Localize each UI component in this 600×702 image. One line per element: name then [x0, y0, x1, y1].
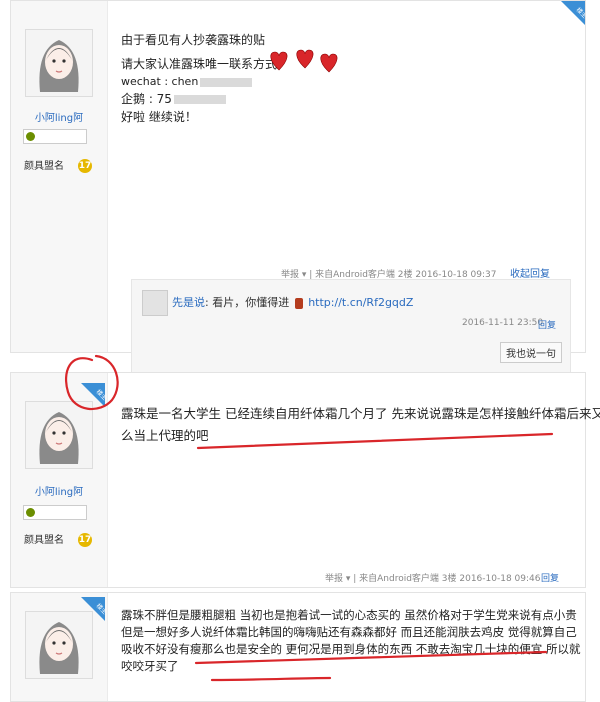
red-annotation-layer: [64, 354, 554, 682]
annotation-underline: [210, 676, 332, 682]
annotation-circle: [64, 354, 119, 411]
annotation-underline: [194, 650, 548, 665]
annotation-underline: [196, 432, 554, 450]
